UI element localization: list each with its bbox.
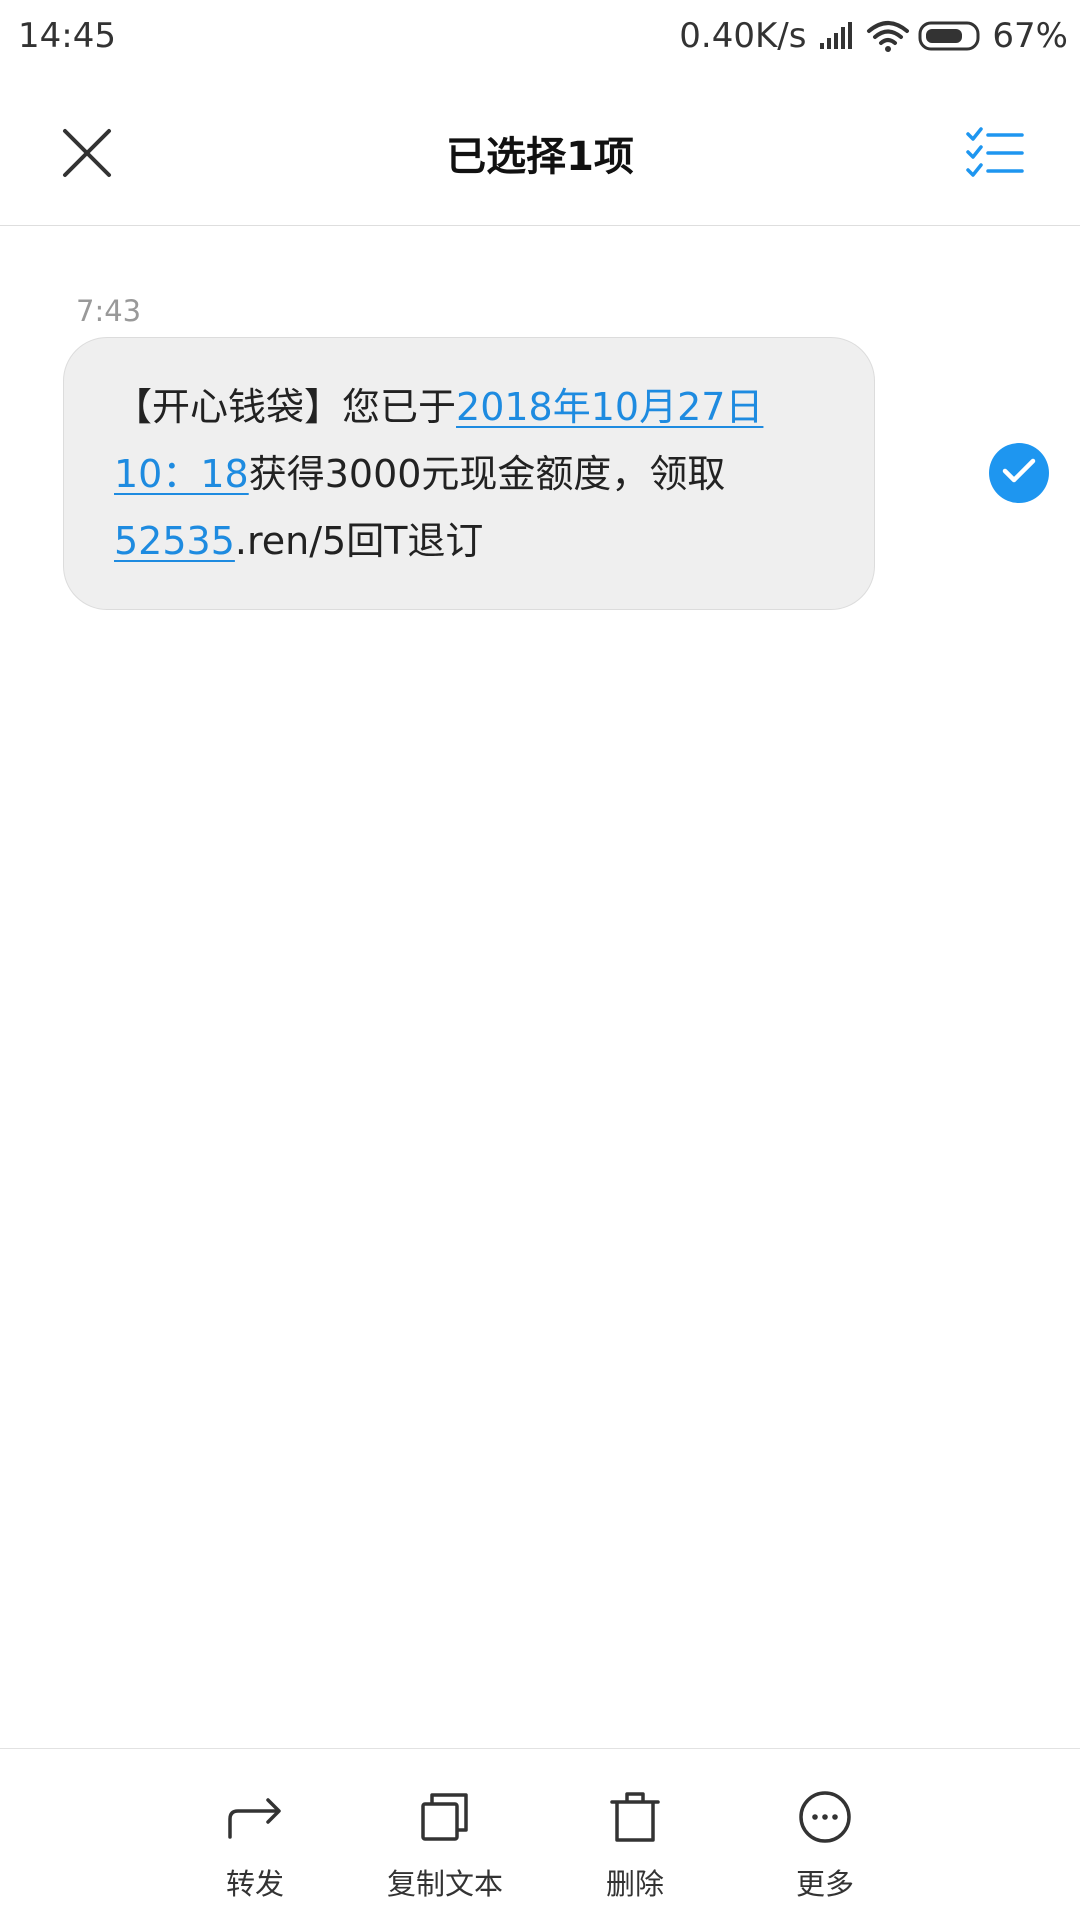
- select-all-button[interactable]: [960, 120, 1030, 190]
- copy-text-label: 复制文本: [386, 1867, 503, 1901]
- battery-percent: 67%: [992, 16, 1068, 56]
- copy-text-button[interactable]: 复制文本: [350, 1749, 540, 1919]
- forward-icon: [225, 1787, 285, 1847]
- wifi-icon: [866, 19, 910, 53]
- message-bubble[interactable]: 【开心钱袋】您已于2018年10月27日 10：18获得3000元现金额度，领取…: [63, 337, 875, 610]
- message-text: .ren/5回T退订: [234, 519, 484, 563]
- message-text: 【开心钱袋】您已于: [114, 385, 457, 429]
- copy-icon: [415, 1787, 475, 1847]
- more-button[interactable]: 更多: [730, 1749, 920, 1919]
- selection-checkbox[interactable]: [989, 443, 1049, 503]
- selection-toolbar: 已选择1项: [0, 76, 1080, 226]
- checkmark-icon: [1001, 456, 1037, 490]
- page-title: 已选择1项: [446, 134, 634, 180]
- url-link[interactable]: 52535: [114, 519, 235, 563]
- delete-label: 删除: [605, 1867, 664, 1901]
- forward-button[interactable]: 转发: [160, 1749, 350, 1919]
- sms-selection-screen: 14:45 0.40K/s 67% 已选择1项 7:43 【开心钱袋】您已于20…: [0, 0, 1080, 1920]
- status-right: 0.40K/s 67%: [679, 14, 1068, 58]
- message-timestamp: 7:43: [76, 294, 142, 328]
- network-speed: 0.40K/s: [679, 16, 807, 56]
- delete-button[interactable]: 删除: [540, 1749, 730, 1919]
- select-all-icon: [966, 127, 1024, 183]
- status-time: 14:45: [18, 16, 116, 56]
- message-text: 获得3000元现金额度，领取: [248, 452, 726, 496]
- status-bar: 14:45 0.40K/s 67%: [0, 0, 1080, 76]
- signal-icon: [818, 21, 858, 51]
- more-icon: [795, 1787, 855, 1847]
- bottom-action-bar: 转发 复制文本 删除 更多: [0, 1748, 1080, 1920]
- forward-label: 转发: [225, 1867, 284, 1901]
- battery-icon: [918, 20, 984, 52]
- more-label: 更多: [795, 1867, 854, 1901]
- trash-icon: [605, 1787, 665, 1847]
